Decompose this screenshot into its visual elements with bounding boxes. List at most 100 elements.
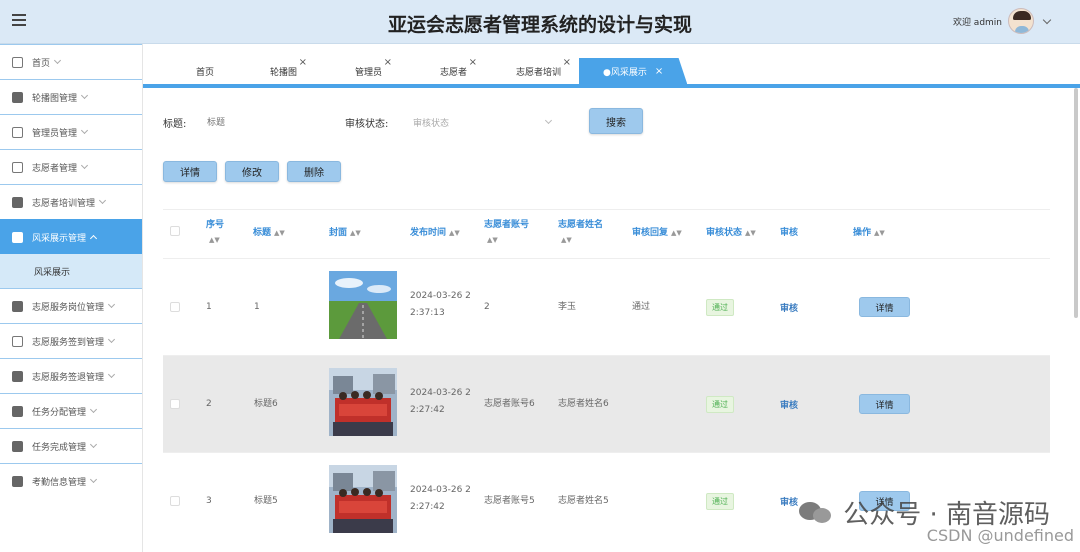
cover-image xyxy=(329,271,397,339)
home-icon xyxy=(12,56,23,68)
column-header-status[interactable]: 审核状态 ▲▼ xyxy=(706,226,756,241)
avatar[interactable] xyxy=(1008,8,1034,34)
tab-home[interactable]: 首页 xyxy=(196,58,214,84)
chevron-down-icon[interactable] xyxy=(1042,15,1052,24)
sidebar-item-carousel[interactable]: 轮播图管理 xyxy=(0,79,142,114)
sort-icon: ▲▼ xyxy=(874,229,885,237)
scrollbar[interactable] xyxy=(1074,88,1078,318)
table-row[interactable]: 1 1 2024-03-26 2 2:37:13 2 李玉 通过 通过 审核 详… xyxy=(163,258,1050,355)
chevron-down-icon xyxy=(107,370,116,379)
tab-training[interactable]: 志愿者培训 × xyxy=(516,57,571,84)
group-photo-image xyxy=(329,368,397,436)
row-checkbox[interactable] xyxy=(170,399,180,409)
cover-image xyxy=(329,368,397,436)
tab-volunteer[interactable]: 志愿者 × xyxy=(440,57,477,84)
top-header: 亚运会志愿者管理系统的设计与实现 欢迎 admin xyxy=(0,0,1080,44)
app-title: 亚运会志愿者管理系统的设计与实现 xyxy=(387,14,692,36)
tab-showcase[interactable]: ●风采展示 × xyxy=(579,58,688,84)
medal-icon xyxy=(12,161,23,173)
row-checkbox[interactable] xyxy=(170,496,180,506)
audit-link[interactable]: 审核 xyxy=(780,301,798,314)
chevron-down-icon xyxy=(89,405,98,414)
cell-name: 志愿者姓名6 xyxy=(558,399,609,409)
sidebar-item-admin[interactable]: 管理员管理 xyxy=(0,114,142,149)
tab-admin[interactable]: 管理员 × xyxy=(355,57,392,84)
cell-index: 2 xyxy=(206,399,212,409)
chip-icon xyxy=(12,126,23,138)
cell-account: 2 xyxy=(484,302,490,312)
apps-icon xyxy=(12,405,23,417)
row-checkbox[interactable] xyxy=(170,302,180,312)
cell-title: 标题6 xyxy=(254,399,278,409)
delete-button[interactable]: 删除 xyxy=(287,161,341,182)
cell-publish-time: 2:27:42 xyxy=(410,405,445,415)
chevron-down-icon xyxy=(89,475,98,484)
tab-carousel[interactable]: 轮播图 × xyxy=(270,57,307,84)
close-icon[interactable]: × xyxy=(469,57,477,68)
cell-index: 1 xyxy=(206,302,212,312)
chevron-down-icon xyxy=(80,91,89,100)
audit-link[interactable]: 审核 xyxy=(780,398,798,411)
sidebar-item-task-done[interactable]: 任务完成管理 xyxy=(0,428,142,463)
wechat-icon xyxy=(799,500,835,526)
column-header-account[interactable]: 志愿者账号 ▲▼ xyxy=(484,218,529,248)
close-icon[interactable]: × xyxy=(299,57,307,68)
chevron-down-icon xyxy=(107,300,116,309)
chevron-down-icon xyxy=(544,116,553,125)
grid-icon xyxy=(12,300,23,312)
chevron-down-icon xyxy=(98,196,107,205)
column-header-audit: 审核 xyxy=(780,228,799,238)
status-badge: 通过 xyxy=(706,493,734,510)
sidebar-item-volunteer[interactable]: 志愿者管理 xyxy=(0,149,142,184)
watermark-csdn: CSDN @undefined xyxy=(926,526,1074,545)
column-header-index[interactable]: 序号 ▲▼ xyxy=(206,218,224,248)
sidebar-item-checkin[interactable]: 志愿服务签到管理 xyxy=(0,323,142,358)
user-menu[interactable]: 欢迎 admin xyxy=(953,8,1052,34)
column-header-publish-time[interactable]: 发布时间 ▲▼ xyxy=(410,226,460,241)
cell-name: 李玉 xyxy=(558,302,577,312)
image-icon xyxy=(12,231,23,243)
cover-image xyxy=(329,465,397,533)
sidebar-item-attendance[interactable]: 考勤信息管理 xyxy=(0,463,142,498)
cell-account: 志愿者账号5 xyxy=(484,496,535,506)
detail-button[interactable]: 详情 xyxy=(163,161,217,182)
close-icon[interactable]: × xyxy=(655,66,663,77)
sidebar-item-service-post[interactable]: 志愿服务岗位管理 xyxy=(0,288,142,323)
status-badge: 通过 xyxy=(706,396,734,413)
column-header-name[interactable]: 志愿者姓名 ▲▼ xyxy=(558,218,603,248)
status-select[interactable]: 审核状态 xyxy=(413,110,553,134)
cell-title: 1 xyxy=(254,302,260,312)
sidebar-item-showcase[interactable]: 风采展示管理 xyxy=(0,219,142,254)
cell-title: 标题5 xyxy=(254,496,278,506)
column-header-reply[interactable]: 审核回复 ▲▼ xyxy=(632,226,682,241)
chevron-down-icon xyxy=(89,440,98,449)
title-label: 标题: xyxy=(163,119,187,130)
column-header-operation[interactable]: 操作 ▲▼ xyxy=(853,226,885,241)
search-button[interactable]: 搜索 xyxy=(589,108,643,134)
title-input[interactable] xyxy=(207,110,327,134)
sort-icon: ▲▼ xyxy=(671,229,682,237)
group-photo-image xyxy=(329,465,397,533)
close-icon[interactable]: × xyxy=(563,57,571,68)
audit-link[interactable]: 审核 xyxy=(780,495,798,508)
sidebar-subitem-showcase[interactable]: 风采展示 xyxy=(0,254,142,288)
close-icon[interactable]: × xyxy=(384,57,392,68)
book-open-icon xyxy=(12,475,23,487)
cell-index: 3 xyxy=(206,496,212,506)
row-detail-button[interactable]: 详情 xyxy=(859,297,910,317)
column-header-title[interactable]: 标题 ▲▼ xyxy=(253,226,285,241)
select-all-checkbox[interactable] xyxy=(170,226,180,236)
edit-button[interactable]: 修改 xyxy=(225,161,279,182)
sort-icon: ▲▼ xyxy=(350,229,361,237)
table-header: 序号 ▲▼ 标题 ▲▼ 封面 ▲▼ 发布时间 ▲▼ 志愿者账号 ▲▼ 志愿者姓名 ▲▼ 审核… xyxy=(163,210,1050,258)
tab-bar: 首页 轮播图 × 管理员 × 志愿者 × 志愿者培训 × ●风采展示 × xyxy=(143,44,1080,88)
status-badge: 通过 xyxy=(706,299,734,316)
sidebar-item-task-assign[interactable]: 任务分配管理 xyxy=(0,393,142,428)
table-row[interactable]: 2 标题6 2024-03-26 2 2:27:42 志愿者账号6 志愿者姓名6… xyxy=(163,355,1050,452)
sidebar-item-home[interactable]: 首页 xyxy=(0,44,142,79)
sort-icon: ▲▼ xyxy=(274,229,285,237)
sidebar-item-training[interactable]: 志愿者培训管理 xyxy=(0,184,142,219)
row-detail-button[interactable]: 详情 xyxy=(859,394,910,414)
sidebar-item-checkout[interactable]: 志愿服务签退管理 xyxy=(0,358,142,393)
column-header-cover[interactable]: 封面 ▲▼ xyxy=(329,226,361,241)
